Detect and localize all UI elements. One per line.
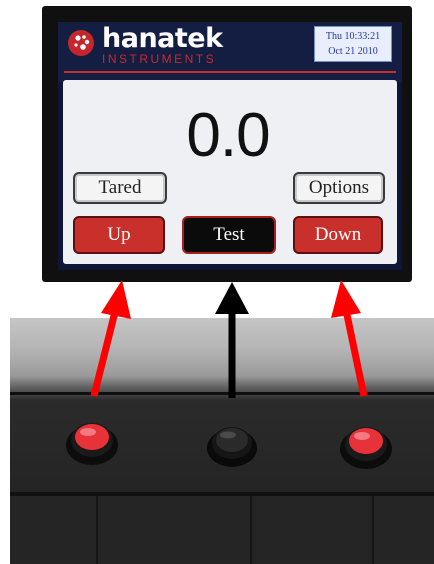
left-red-arrow [90, 280, 131, 397]
middle-black-arrow [215, 282, 249, 398]
annotation-arrows [90, 280, 368, 398]
annotated-device-figure: hanatek INSTRUMENTS Thu 10:33:21 Oct 21 … [0, 0, 434, 564]
right-red-arrow [331, 280, 368, 397]
